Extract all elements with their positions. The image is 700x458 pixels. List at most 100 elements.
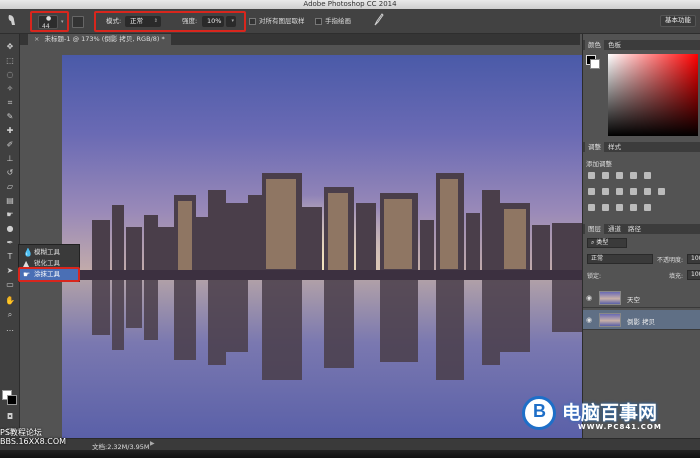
gradient-map-icon[interactable] [644, 204, 651, 211]
blend-mode-value: 正常 [591, 255, 604, 262]
tab-adjustments[interactable]: 调整 [585, 142, 604, 152]
tab-layers[interactable]: 图层 [585, 224, 604, 234]
blend-mode-select[interactable]: 正常 [587, 254, 653, 264]
marquee-tool-icon[interactable]: ⬚ [4, 56, 16, 65]
color-picker-field[interactable] [608, 54, 698, 136]
adjust-panel-tabs: 调整 样式 [583, 142, 700, 152]
photoshop-window: Adobe Photoshop CC 2014 ● 44 ▾ 模式: 正常 ⇕ … [0, 0, 700, 458]
history-brush-tool-icon[interactable]: ↺ [4, 168, 16, 177]
lasso-tool-icon[interactable]: ◌ [4, 70, 16, 79]
highlight-box-brush [30, 11, 69, 32]
type-tool-icon[interactable]: T [4, 252, 16, 261]
crop-tool-icon[interactable]: ⌗ [4, 98, 16, 107]
layer-thumbnail [599, 291, 621, 305]
curves-icon[interactable] [616, 172, 623, 179]
healing-brush-tool-icon[interactable]: ✚ [4, 126, 16, 135]
channel-mixer-icon[interactable] [644, 188, 651, 195]
black-white-icon[interactable] [616, 188, 623, 195]
photo-filter-icon[interactable] [630, 188, 637, 195]
vibrance-icon[interactable] [644, 172, 651, 179]
smudge-tool-icon[interactable]: ☛ [4, 210, 16, 219]
title-bar: Adobe Photoshop CC 2014 [0, 0, 700, 9]
layer-name: 天空 [627, 296, 640, 304]
eye-icon[interactable]: ◉ [586, 316, 592, 324]
status-arrow-icon[interactable]: ▶ [150, 440, 155, 447]
eraser-tool-icon[interactable]: ▱ [4, 182, 16, 191]
path-select-tool-icon[interactable]: ➤ [4, 266, 16, 275]
exposure-icon[interactable] [630, 172, 637, 179]
quick-select-tool-icon[interactable]: ✧ [4, 84, 16, 93]
lock-label: 锁定: [587, 273, 602, 280]
brush-tool-icon[interactable]: ✐ [4, 140, 16, 149]
quick-mask-icon[interactable]: ◘ [4, 412, 16, 421]
levels-icon[interactable] [602, 172, 609, 179]
gradient-tool-icon[interactable]: ▤ [4, 196, 16, 205]
more-tools-icon[interactable]: … [4, 324, 16, 333]
layer-kind-label: 类型 [596, 239, 609, 246]
panel-background-swatch[interactable] [590, 59, 600, 69]
shape-tool-icon[interactable]: ▭ [4, 280, 16, 289]
tool-flyout-menu: 💧 模糊工具 ▲ 锐化工具 ☛ 涂抹工具 [18, 244, 80, 282]
mac-dock [0, 450, 700, 458]
status-bar: 文档:2.32M/3.95M ▶ [0, 438, 700, 451]
document-tab[interactable]: × 未标题-1 @ 173% (倒影 拷贝, RGB/8) * [28, 34, 171, 45]
fill-value: 100 [691, 271, 700, 278]
search-icon: ⌕ [591, 239, 595, 246]
layer-thumbnail [599, 313, 621, 327]
foreground-color-swatch[interactable] [7, 395, 17, 405]
selective-color-icon[interactable] [630, 204, 637, 211]
posterize-icon[interactable] [602, 204, 609, 211]
workspace-switcher[interactable]: 基本功能 [660, 15, 696, 27]
blur-tool-item[interactable]: 💧 模糊工具 [20, 247, 80, 258]
document-tab-bar: × 未标题-1 @ 173% (倒影 拷贝, RGB/8) * [20, 34, 580, 45]
skyline-reflection [92, 280, 582, 380]
brush-panel-toggle-icon[interactable] [72, 16, 84, 28]
sample-all-layers-checkbox[interactable] [249, 18, 256, 25]
layers-panel-tabs: 图层 通道 路径 [583, 224, 700, 234]
options-bar: ● 44 ▾ 模式: 正常 ⇕ 强度: 10% ▾ 对所有图层取样 手指绘画 基… [0, 9, 700, 34]
clone-stamp-tool-icon[interactable]: ⊥ [4, 154, 16, 163]
move-tool-icon[interactable]: ✥ [4, 42, 16, 51]
highlight-box-mode-strength [94, 11, 246, 32]
city-skyline [62, 173, 582, 282]
tab-channels[interactable]: 通道 [605, 224, 624, 234]
tab-paths[interactable]: 路径 [625, 224, 644, 234]
layer-kind-filter[interactable]: ⌕ 类型 [587, 238, 627, 248]
layer-row[interactable]: ◉ 倒影 拷贝 [583, 310, 700, 330]
brand-url: WWW.PC841.COM [578, 423, 662, 431]
tab-color[interactable]: 颜色 [585, 40, 604, 50]
layer-name: 倒影 拷贝 [627, 318, 656, 326]
pen-tool-icon[interactable]: ✒ [4, 238, 16, 247]
finger-painting-checkbox[interactable] [315, 18, 322, 25]
invert-icon[interactable] [588, 204, 595, 211]
add-adjustment-label: 添加调整 [586, 160, 612, 168]
brand-watermark: B 电脑百事网 WWW.PC841.COM [520, 392, 700, 438]
brightness-icon[interactable] [588, 172, 595, 179]
window-title: Adobe Photoshop CC 2014 [303, 0, 397, 8]
opacity-input[interactable]: 100 [687, 254, 700, 264]
tools-panel: ✥ ⬚ ◌ ✧ ⌗ ✎ ✚ ✐ ⊥ ↺ ▱ ▤ ☛ ● ✒ T ➤ ▭ ✋ ⌕ … [0, 34, 20, 438]
tab-swatches[interactable]: 色板 [605, 40, 624, 50]
color-balance-icon[interactable] [602, 188, 609, 195]
fill-input[interactable]: 100 [687, 270, 700, 280]
color-lookup-icon[interactable] [658, 188, 665, 195]
close-icon[interactable]: × [34, 35, 39, 43]
right-panels: 颜色 色板 调整 样式 添加调整 图层 通道 路径 ⌕ 类型 正常 不透明度: … [582, 34, 700, 438]
smudge-tool-preset-icon[interactable] [6, 13, 18, 30]
dodge-tool-icon[interactable]: ● [4, 224, 16, 233]
threshold-icon[interactable] [616, 204, 623, 211]
hue-saturation-icon[interactable] [588, 188, 595, 195]
opacity-label: 不透明度: [657, 257, 684, 264]
hand-tool-icon[interactable]: ✋ [4, 296, 16, 305]
zoom-tool-icon[interactable]: ⌕ [4, 310, 16, 319]
document-canvas[interactable] [62, 55, 582, 438]
pressure-brush-icon[interactable] [374, 13, 384, 30]
fill-label: 填充: [669, 273, 684, 280]
eyedropper-tool-icon[interactable]: ✎ [4, 112, 16, 121]
brand-logo-icon: B [522, 396, 556, 430]
tab-styles[interactable]: 样式 [605, 142, 624, 152]
eye-icon[interactable]: ◉ [586, 294, 592, 302]
finger-painting-label: 手指绘画 [325, 17, 351, 25]
layer-row[interactable]: ◉ 天空 [583, 288, 700, 308]
sample-all-layers-label: 对所有图层取样 [259, 17, 305, 25]
